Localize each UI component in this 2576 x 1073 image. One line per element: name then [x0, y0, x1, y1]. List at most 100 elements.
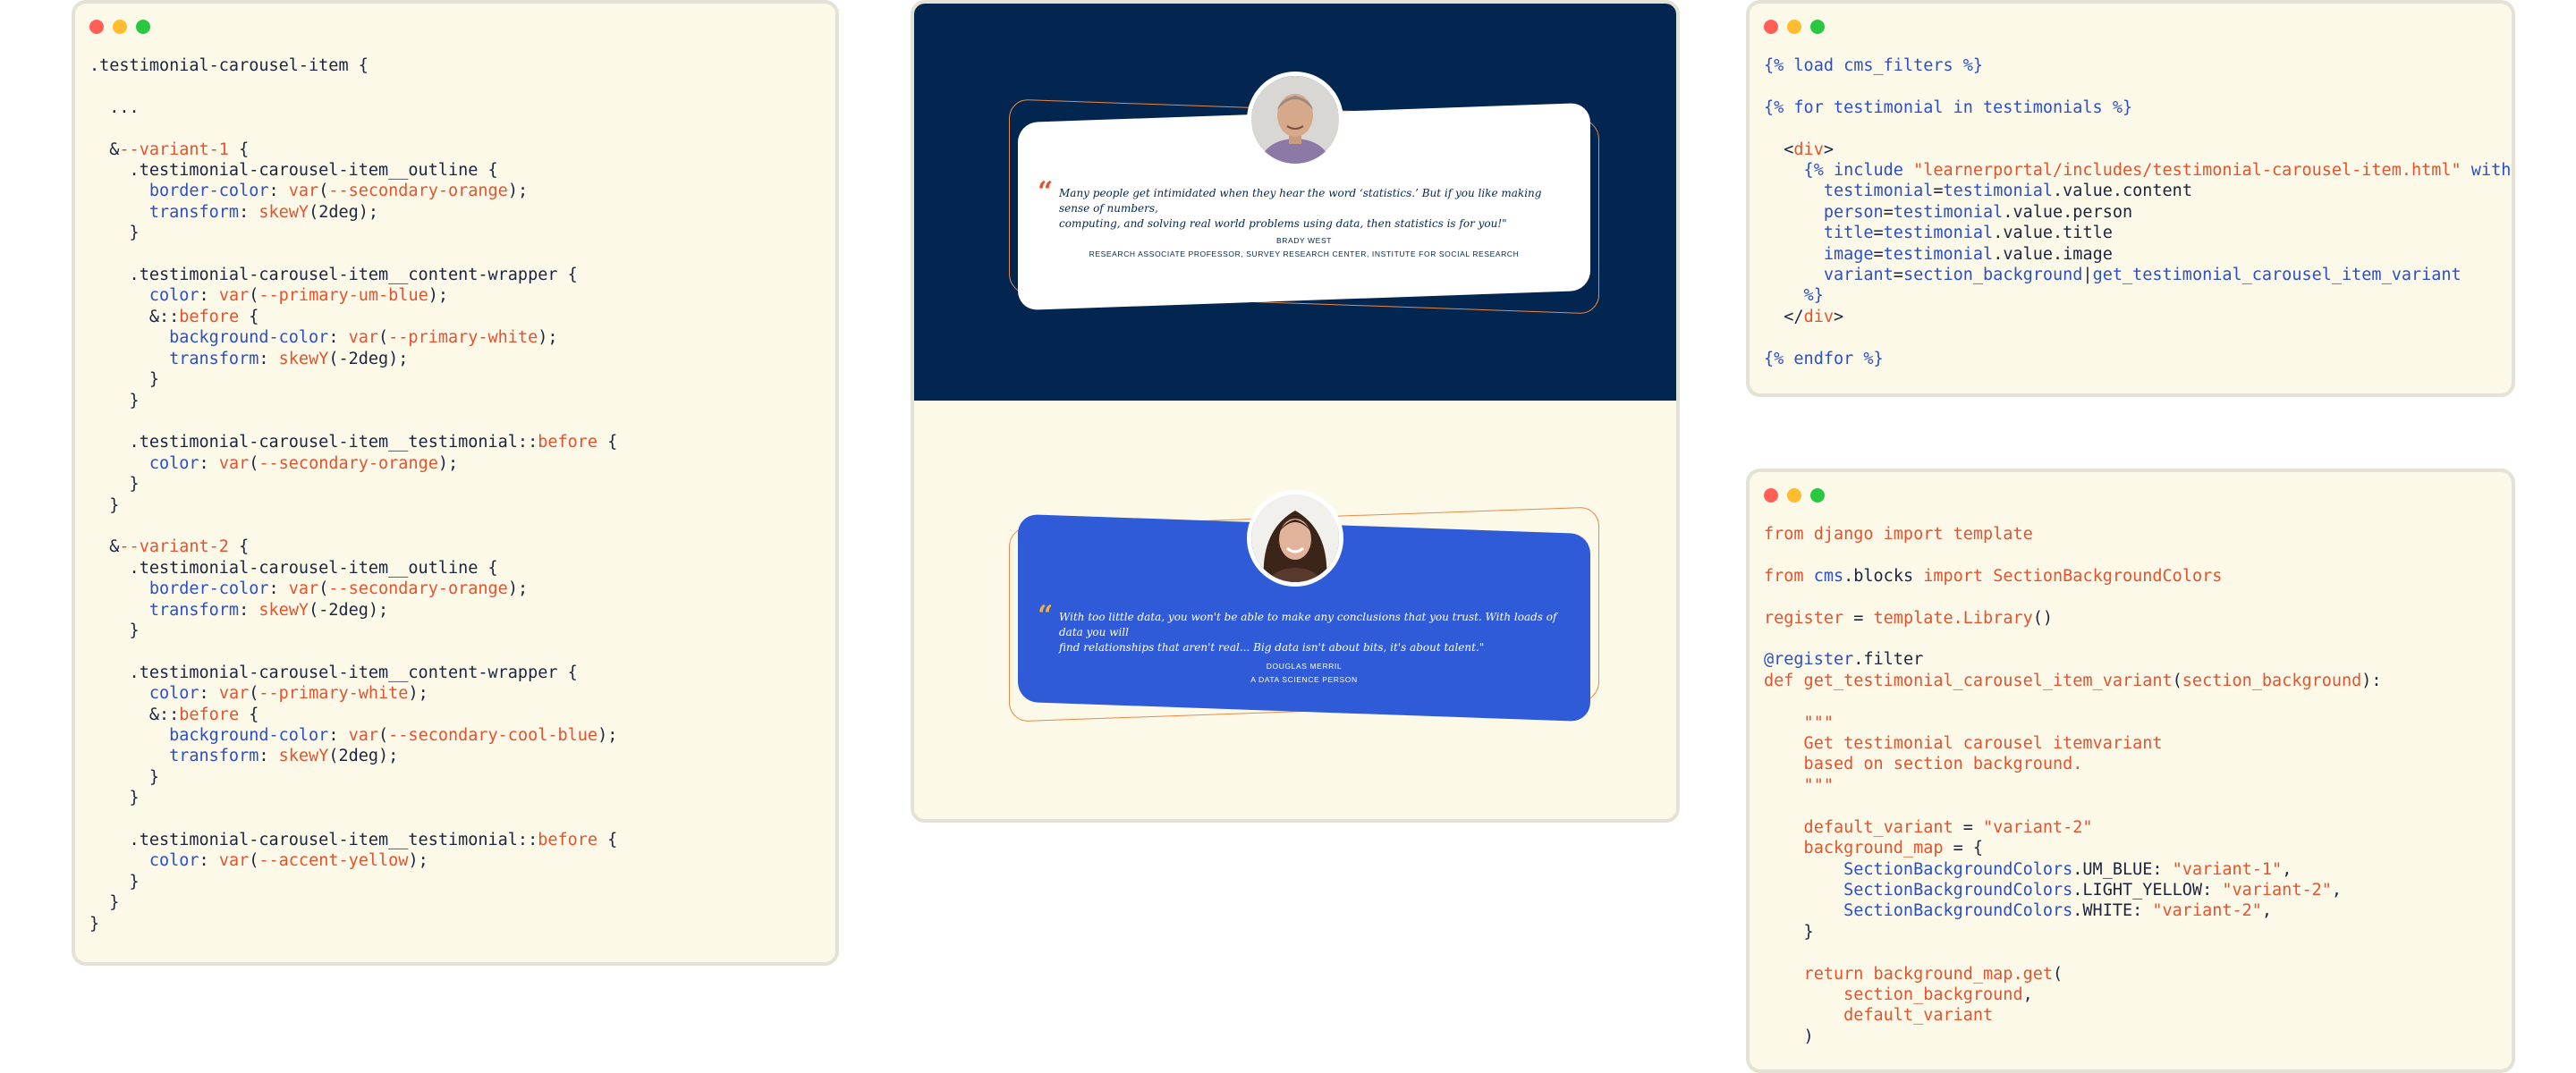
code-line: } — [89, 370, 159, 390]
template-code-block: {% load cms_filters %} {% for testimonia… — [1764, 55, 2511, 369]
code-line: transform: skewY(2deg); — [89, 747, 399, 766]
code-line: transform: skewY(2deg); — [89, 202, 379, 222]
code-line: @register.filter — [1764, 650, 1924, 670]
code-line: } — [89, 621, 140, 640]
code-line: person=testimonial.value.person — [1764, 202, 2133, 222]
code-line: {% load cms_filters %} — [1764, 56, 1984, 75]
code-line: } — [89, 224, 140, 243]
code-line: } — [89, 914, 100, 934]
code-line: } — [89, 893, 120, 913]
close-button[interactable] — [89, 20, 104, 34]
code-line: &--variant-2 { — [89, 537, 250, 557]
window-controls — [89, 20, 150, 34]
woman-portrait-icon — [1251, 494, 1339, 582]
code-line: </div> — [1764, 307, 1844, 326]
code-line: Get testimonial carousel itemvariant — [1764, 734, 2163, 754]
person-title: RESEARCH ASSOCIATE PROFESSOR, SURVEY RES… — [1089, 249, 1520, 258]
code-line: color: var(--accent-yellow); — [89, 851, 428, 871]
code-line: variant=section_background|get_testimoni… — [1764, 266, 2462, 285]
code-line: register = template.Library() — [1764, 608, 2054, 628]
code-line: } — [89, 475, 140, 494]
code-line: def get_testimonial_carousel_item_varian… — [1764, 671, 2382, 690]
testimonial-line: computing, and solving real world proble… — [1059, 217, 1507, 230]
person-title: A DATA SCIENCE PERSON — [1250, 675, 1358, 684]
window-controls — [1764, 488, 1825, 503]
minimize-button[interactable] — [1787, 20, 1801, 34]
code-line: """ — [1764, 713, 1834, 732]
code-line: from django import template — [1764, 525, 2033, 544]
maximize-button[interactable] — [1810, 488, 1825, 503]
code-line: background_map = { — [1764, 839, 1984, 858]
code-line: {% for testimonial in testimonials %} — [1764, 97, 2133, 117]
code-line: SectionBackgroundColors.WHITE: "variant-… — [1764, 901, 2273, 921]
avatar — [1247, 72, 1343, 168]
code-line: SectionBackgroundColors.LIGHT_YELLOW: "v… — [1764, 880, 2343, 900]
code-line: } — [89, 872, 140, 891]
maximize-button[interactable] — [136, 20, 150, 34]
code-line: } — [89, 767, 159, 787]
person-name: BRADY WEST — [1275, 236, 1333, 245]
scss-code-block: .testimonial-carousel-item { ... &--vari… — [89, 55, 617, 934]
code-line: } — [1764, 922, 1814, 942]
code-line: color: var(--primary-white); — [89, 684, 428, 704]
minimize-button[interactable] — [113, 20, 127, 34]
code-line: title=testimonial.value.title — [1764, 224, 2113, 243]
preview-window: “ Many people get intimidated when they … — [911, 0, 1680, 823]
code-line: {% include "learnerportal/includes/testi… — [1764, 161, 2512, 181]
code-line: {% endfor %} — [1764, 349, 1884, 368]
code-line: based on section background. — [1764, 755, 2083, 774]
code-line: .testimonial-carousel-item__content-wrap… — [89, 266, 578, 285]
code-line: &::before { — [89, 705, 259, 724]
testimonial-citation: BRADY WEST RESEARCH ASSOCIATE PROFESSOR,… — [1018, 234, 1590, 261]
code-line: transform: skewY(-2deg); — [89, 600, 389, 620]
code-line: ... — [89, 97, 140, 117]
testimonial-line: With too little data, you won't be able … — [1059, 611, 1557, 638]
person-name: DOUGLAS MERRIL — [1266, 662, 1343, 671]
code-line: .testimonial-carousel-item__testimonial:… — [89, 433, 618, 452]
code-line: transform: skewY(-2deg); — [89, 349, 409, 368]
scss-code-window: .testimonial-carousel-item { ... &--vari… — [72, 0, 839, 966]
code-line: return background_map.get( — [1764, 964, 2063, 984]
code-line: color: var(--primary-um-blue); — [89, 286, 449, 306]
testimonial-text: With too little data, you won't be able … — [1059, 610, 1560, 655]
code-line: } — [89, 391, 140, 410]
code-line: """ — [1764, 775, 1834, 795]
code-line: default_variant — [1764, 1006, 1994, 1026]
quote-mark: “ — [1038, 176, 1054, 207]
code-line: border-color: var(--secondary-orange); — [89, 579, 529, 599]
python-code-block: from django import template from cms.blo… — [1764, 524, 2382, 1047]
code-line: &--variant-1 { — [89, 139, 250, 159]
close-button[interactable] — [1764, 488, 1778, 503]
code-line: color: var(--secondary-orange); — [89, 453, 459, 473]
code-line: .testimonial-carousel-item { — [89, 56, 369, 75]
code-line: .testimonial-carousel-item__outline { — [89, 161, 498, 181]
code-line: background-color: var(--secondary-cool-b… — [89, 726, 618, 745]
quote-mark: “ — [1038, 600, 1054, 631]
code-line: .testimonial-carousel-item__testimonial:… — [89, 831, 618, 850]
close-button[interactable] — [1764, 20, 1778, 34]
minimize-button[interactable] — [1787, 488, 1801, 503]
code-line: testimonial=testimonial.value.content — [1764, 182, 2192, 201]
testimonial-line: Many people get intimidated when they he… — [1059, 187, 1542, 215]
code-line: border-color: var(--secondary-orange); — [89, 182, 529, 201]
window-controls — [1764, 20, 1825, 34]
testimonial-text: Many people get intimidated when they he… — [1059, 186, 1560, 232]
maximize-button[interactable] — [1810, 20, 1825, 34]
testimonial-citation: DOUGLAS MERRIL A DATA SCIENCE PERSON — [1018, 660, 1590, 687]
code-line: <div> — [1764, 139, 1834, 159]
avatar — [1247, 490, 1343, 587]
code-line: %} — [1764, 286, 1824, 306]
code-line: &::before { — [89, 307, 259, 326]
code-line: section_background, — [1764, 984, 2033, 1004]
code-line: SectionBackgroundColors.UM_BLUE: "varian… — [1764, 859, 2292, 879]
code-line: .testimonial-carousel-item__outline { — [89, 558, 498, 578]
man-portrait-icon — [1251, 76, 1339, 164]
code-line: .testimonial-carousel-item__content-wrap… — [89, 663, 578, 682]
section-um-blue: “ Many people get intimidated when they … — [914, 4, 1676, 401]
code-line: } — [89, 789, 140, 808]
template-code-window: {% load cms_filters %} {% for testimonia… — [1746, 0, 2515, 397]
code-line: background-color: var(--primary-white); — [89, 328, 558, 348]
code-line: from cms.blocks import SectionBackground… — [1764, 566, 2223, 586]
code-line: } — [89, 495, 120, 515]
python-code-window: from django import template from cms.blo… — [1746, 469, 2515, 1073]
